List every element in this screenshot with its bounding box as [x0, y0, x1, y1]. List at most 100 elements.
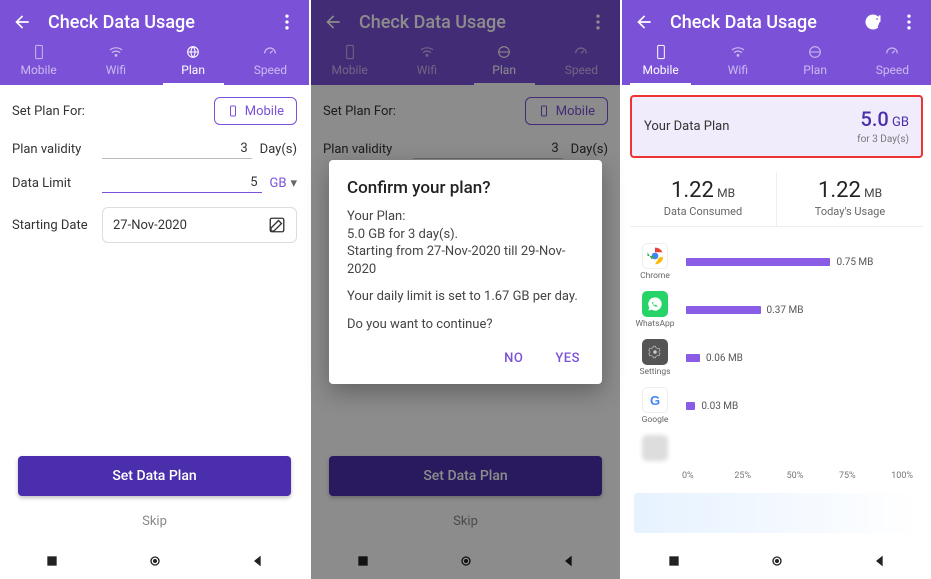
tab-plan[interactable]: Plan: [777, 38, 854, 85]
app-usage-list: Chrome 0.75 MB WhatsApp 0.37 MB Settings…: [622, 231, 931, 485]
dialog-no-button[interactable]: NO: [500, 343, 527, 374]
back-button[interactable]: [632, 10, 656, 34]
tab-mobile: Mobile: [311, 38, 388, 85]
tab-speed: Speed: [543, 38, 620, 85]
tab-wifi[interactable]: Wifi: [77, 38, 154, 85]
set-plan-for-label: Set Plan For:: [12, 104, 102, 119]
blurred-icon: [642, 435, 668, 461]
dialog-daily-limit: Your daily limit is set to 1.67 GB per d…: [347, 288, 584, 306]
plan-form-body: Set Plan For: Mobile Plan validity 3 Day…: [0, 85, 309, 543]
app-header: Check Data Usage Mobile Wifi Plan Speed: [0, 0, 309, 85]
header-title: Check Data Usage: [359, 12, 586, 33]
starting-date-field[interactable]: 27-Nov-2020: [102, 207, 297, 243]
settings-icon: [642, 339, 668, 365]
app-row-chrome[interactable]: Chrome 0.75 MB: [634, 243, 919, 281]
app-header: Check Data Usage Mobile Wifi Plan Speed: [622, 0, 931, 85]
data-plan-summary-card[interactable]: Your Data Plan 5.0 GB for 3 Day(s): [630, 95, 923, 158]
tab-wifi: Wifi: [388, 38, 465, 85]
data-limit-input[interactable]: 5: [102, 173, 262, 193]
app-row-google[interactable]: GGoogle 0.03 MB: [634, 387, 919, 425]
wifi-icon: [728, 44, 748, 60]
screen-usage-overview: Check Data Usage Mobile Wifi Plan Speed …: [622, 0, 931, 579]
plan-validity-label: Plan validity: [12, 142, 102, 157]
usage-bar: [686, 402, 695, 410]
nav-home-icon[interactable]: [147, 553, 163, 569]
nav-back-icon[interactable]: [872, 553, 888, 569]
starting-date-label: Starting Date: [12, 218, 102, 233]
usage-bar: [686, 354, 700, 362]
speed-icon: [882, 44, 902, 60]
data-limit-unit-dropdown[interactable]: GB: [270, 176, 287, 191]
nav-recent-icon[interactable]: [44, 553, 60, 569]
screen-confirm-dialog: Check Data Usage Mobile Wifi Plan Speed …: [311, 0, 620, 579]
dialog-question: Do you want to continue?: [347, 316, 584, 334]
mobile-small-icon: [538, 103, 550, 119]
mobile-icon: [29, 44, 49, 60]
arrow-left-icon: [634, 12, 654, 32]
nav-back-icon[interactable]: [561, 553, 577, 569]
percentage-axis: 0%25%50%75%100%: [634, 471, 919, 481]
chrome-icon: [642, 243, 668, 269]
mobile-small-icon: [227, 103, 239, 119]
back-button: [321, 10, 345, 34]
tab-speed[interactable]: Speed: [854, 38, 931, 85]
overflow-menu-button[interactable]: [275, 10, 299, 34]
arrow-left-icon: [323, 12, 343, 32]
speed-icon: [571, 44, 591, 60]
tab-bar: Mobile Wifi Plan Speed: [0, 38, 309, 85]
tab-plan: Plan: [466, 38, 543, 85]
app-row-blurred: [634, 435, 919, 461]
wifi-icon: [106, 44, 126, 60]
overflow-menu-button: [586, 10, 610, 34]
plan-label: Your Data Plan: [644, 119, 729, 134]
header-title: Check Data Usage: [670, 12, 861, 33]
nav-home-icon[interactable]: [769, 553, 785, 569]
plan-validity-unit: Day(s): [260, 142, 297, 157]
more-vert-icon: [277, 12, 297, 32]
data-limit-label: Data Limit: [12, 176, 102, 191]
tab-plan[interactable]: Plan: [155, 38, 232, 85]
wifi-icon: [417, 44, 437, 60]
system-nav-bar: [0, 543, 309, 579]
more-vert-icon: [899, 12, 919, 32]
more-vert-icon: [588, 12, 608, 32]
dialog-yes-button[interactable]: YES: [551, 343, 584, 374]
app-header: Check Data Usage Mobile Wifi Plan Speed: [311, 0, 620, 85]
set-data-plan-button[interactable]: Set Data Plan: [18, 456, 291, 496]
overview-body: Your Data Plan 5.0 GB for 3 Day(s) 1.22 …: [622, 85, 931, 543]
nav-back-icon[interactable]: [250, 553, 266, 569]
refresh-button[interactable]: [861, 10, 885, 34]
globe-icon: [805, 44, 825, 60]
skip-button[interactable]: Skip: [12, 506, 297, 543]
nav-recent-icon[interactable]: [355, 553, 371, 569]
stat-data-consumed: 1.22 MB Data Consumed: [630, 172, 777, 226]
tab-mobile[interactable]: Mobile: [0, 38, 77, 85]
arrow-left-icon: [12, 12, 32, 32]
edit-icon: [268, 216, 286, 234]
tab-wifi[interactable]: Wifi: [699, 38, 776, 85]
app-row-settings[interactable]: Settings 0.06 MB: [634, 339, 919, 377]
back-button[interactable]: [10, 10, 34, 34]
dialog-plan-summary: Your Plan: 5.0 GB for 3 day(s). Starting…: [347, 208, 584, 278]
tab-speed[interactable]: Speed: [232, 38, 309, 85]
plan-validity-input[interactable]: 3: [102, 139, 252, 159]
speed-icon: [260, 44, 280, 60]
mobile-icon: [651, 44, 671, 60]
globe-icon: [183, 44, 203, 60]
chevron-down-icon: ▾: [290, 176, 297, 191]
refresh-icon: [863, 12, 883, 32]
stat-today-usage: 1.22 MB Today's Usage: [777, 172, 923, 226]
nav-recent-icon[interactable]: [666, 553, 682, 569]
usage-bar: [686, 306, 761, 314]
whatsapp-icon: [642, 291, 668, 317]
tab-mobile[interactable]: Mobile: [622, 38, 699, 85]
google-icon: G: [642, 387, 668, 413]
confirm-plan-dialog: Confirm your plan? Your Plan: 5.0 GB for…: [329, 160, 602, 384]
usage-bar: [686, 258, 830, 266]
app-row-whatsapp[interactable]: WhatsApp 0.37 MB: [634, 291, 919, 329]
overflow-menu-button[interactable]: [897, 10, 921, 34]
screen-plan-form: Check Data Usage Mobile Wifi Plan Speed …: [0, 0, 309, 579]
plan-for-chip[interactable]: Mobile: [214, 97, 297, 125]
nav-home-icon[interactable]: [458, 553, 474, 569]
usage-stats: 1.22 MB Data Consumed 1.22 MB Today's Us…: [630, 172, 923, 227]
